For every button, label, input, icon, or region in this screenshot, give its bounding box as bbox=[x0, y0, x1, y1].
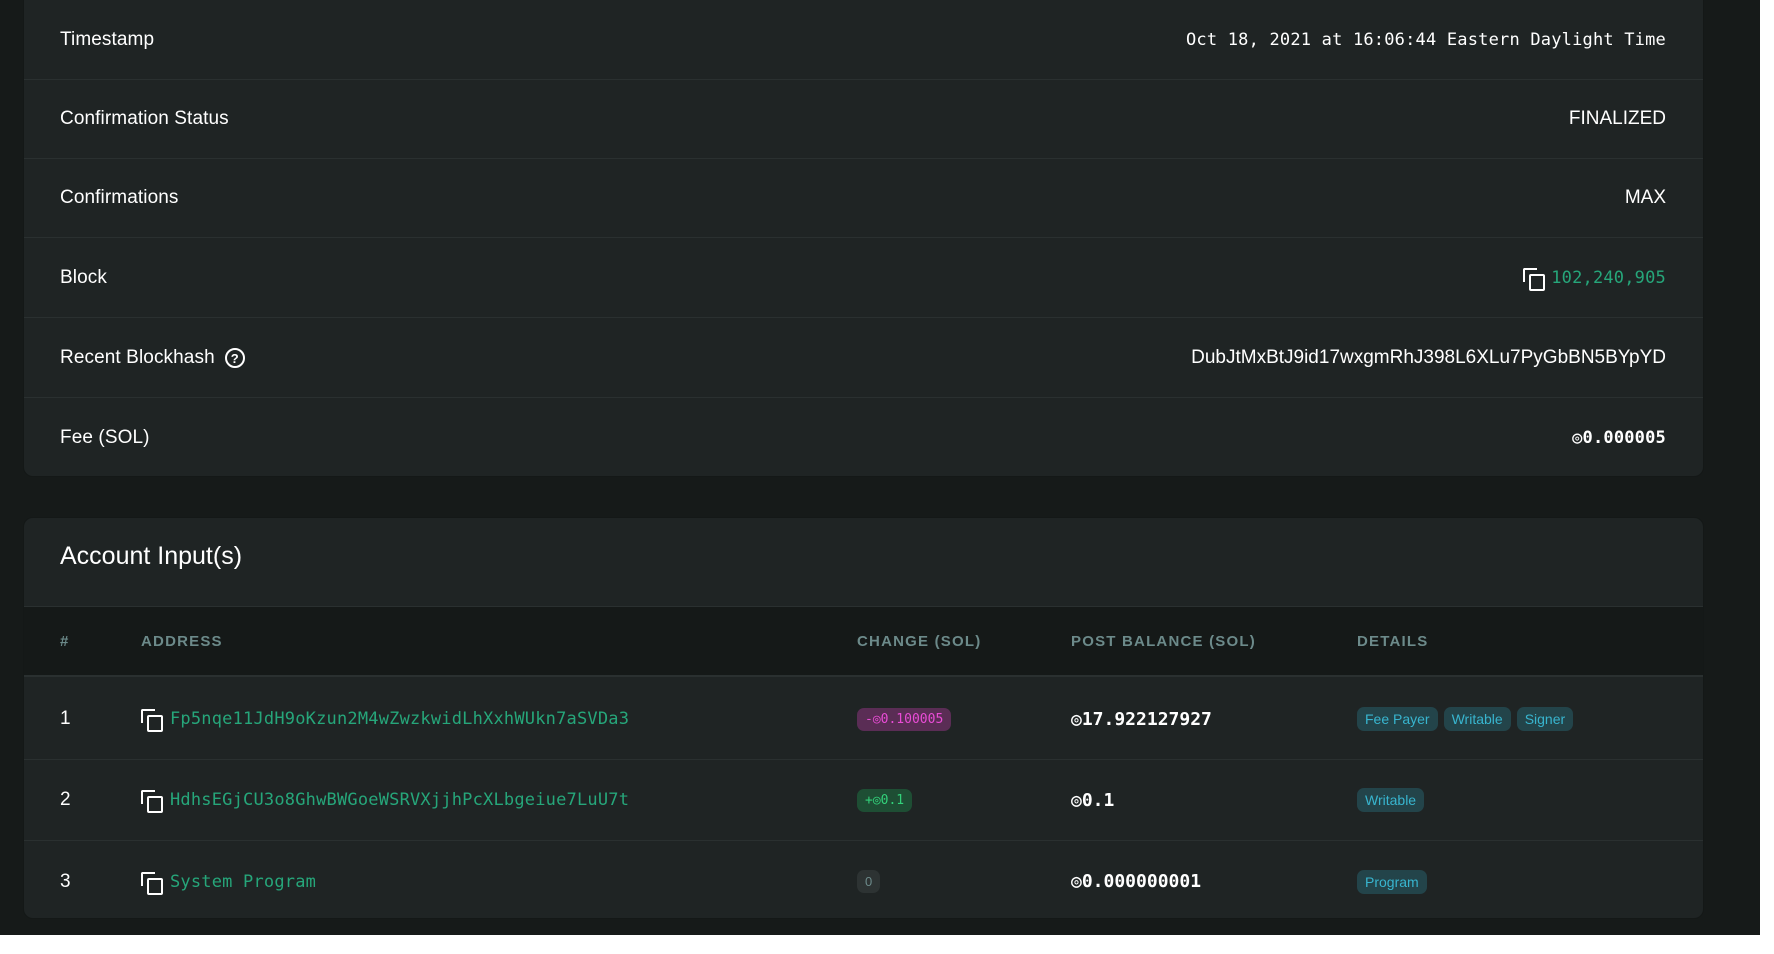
detail-label: Fee (SOL) bbox=[60, 426, 150, 448]
column-header-index: # bbox=[60, 633, 70, 650]
page: Timestamp Oct 18, 2021 at 16:06:44 Easte… bbox=[0, 0, 1760, 935]
detail-row-confirmation-status: Confirmation Status FINALIZED bbox=[24, 80, 1703, 159]
copy-icon[interactable] bbox=[141, 790, 163, 813]
writable-badge: Writable bbox=[1443, 707, 1511, 731]
program-badge: Program bbox=[1357, 869, 1427, 894]
detail-row-recent-blockhash: Recent Blockhash ? DubJtMxBtJ9id17wxgmRh… bbox=[24, 319, 1703, 398]
address-link[interactable]: Fp5nqe11JdH9oKzun2M4wZwzkwidLhXxhWUkn7aS… bbox=[170, 709, 629, 729]
fee-payer-badge: Fee Payer bbox=[1357, 707, 1438, 731]
table-row: 2 HdhsEGjCU3o8GhwBWGoeWSRVXjjhPcXLbgeiue… bbox=[24, 760, 1703, 841]
change-badge: 0 bbox=[857, 870, 881, 893]
address-link[interactable]: HdhsEGjCU3o8GhwBWGoeWSRVXjjhPcXLbgeiue7L… bbox=[170, 790, 629, 810]
column-header-post-balance: Post Balance (SOL) bbox=[1071, 633, 1256, 650]
timestamp-value: Oct 18, 2021 at 16:06:44 Eastern Dayligh… bbox=[1185, 30, 1666, 50]
detail-row-block: Block 102,240,905 bbox=[24, 239, 1703, 318]
change-badge: -◎0.100005 bbox=[857, 707, 952, 731]
detail-label: Confirmations bbox=[60, 187, 179, 208]
change-badge: +◎0.1 bbox=[857, 788, 913, 812]
post-balance: ◎0.1 bbox=[1071, 789, 1115, 811]
fee-value: ◎0.000005 bbox=[1572, 427, 1666, 448]
copy-icon[interactable] bbox=[1523, 268, 1546, 291]
detail-label: Recent Blockhash bbox=[60, 347, 215, 368]
recent-blockhash-value: DubJtMxBtJ9id17wxgmRhJ398L6XLu7PyGbBN5BY… bbox=[1191, 347, 1666, 368]
account-inputs-card: Account Input(s) # Address Change (SOL) … bbox=[23, 517, 1704, 919]
post-balance: ◎17.922127927 bbox=[1071, 708, 1212, 730]
column-header-address: Address bbox=[141, 633, 223, 650]
confirmation-status-value: FINALIZED bbox=[1568, 108, 1666, 129]
table-header: # Address Change (SOL) Post Balance (SOL… bbox=[24, 606, 1703, 677]
signer-badge: Signer bbox=[1516, 707, 1574, 731]
block-link[interactable]: 102,240,905 bbox=[1551, 268, 1666, 288]
transaction-details-card: Timestamp Oct 18, 2021 at 16:06:44 Easte… bbox=[23, 0, 1704, 477]
column-header-change: Change (SOL) bbox=[857, 633, 982, 650]
address-link[interactable]: System Program bbox=[170, 872, 316, 892]
detail-row-timestamp: Timestamp Oct 18, 2021 at 16:06:44 Easte… bbox=[24, 1, 1703, 80]
copy-icon[interactable] bbox=[141, 709, 163, 732]
detail-row-fee: Fee (SOL) ◎0.000005 bbox=[24, 398, 1703, 476]
confirmations-value: MAX bbox=[1624, 187, 1666, 208]
copy-icon[interactable] bbox=[141, 871, 163, 895]
detail-label: Block bbox=[60, 267, 107, 288]
row-index: 1 bbox=[60, 708, 71, 729]
help-icon[interactable]: ? bbox=[224, 348, 245, 368]
column-header-details: Details bbox=[1357, 633, 1429, 650]
post-balance: ◎0.000000001 bbox=[1071, 871, 1202, 892]
card-title: Account Input(s) bbox=[60, 542, 243, 570]
table-row: 3 System Program 0 ◎0.000000001 Program bbox=[24, 841, 1703, 918]
row-index: 3 bbox=[60, 870, 71, 892]
table-row: 1 Fp5nqe11JdH9oKzun2M4wZwzkwidLhXxhWUkn7… bbox=[24, 679, 1703, 760]
row-index: 2 bbox=[60, 789, 71, 810]
detail-label: Timestamp bbox=[60, 29, 155, 50]
writable-badge: Writable bbox=[1357, 788, 1425, 812]
detail-label: Confirmation Status bbox=[60, 108, 229, 129]
detail-row-confirmations: Confirmations MAX bbox=[24, 159, 1703, 238]
